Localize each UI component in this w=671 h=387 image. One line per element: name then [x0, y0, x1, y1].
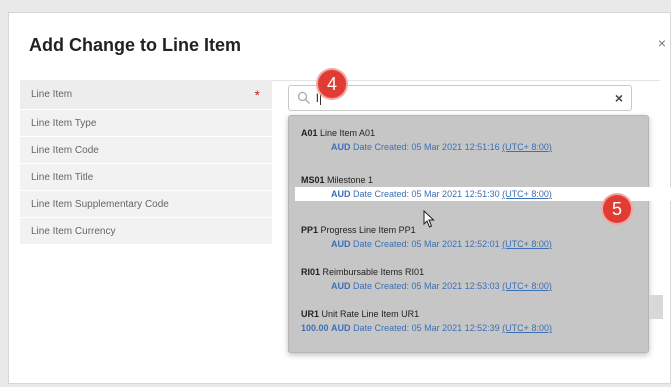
field-line-item: Line Item *: [20, 80, 272, 110]
clear-icon[interactable]: ×: [615, 90, 623, 106]
option-date: Date Created: 05 Mar 2021 12:52:39: [353, 323, 500, 333]
dropdown-option-a01[interactable]: A01 Line Item A01 AUD Date Created: 05 M…: [289, 126, 648, 154]
option-currency: AUD: [331, 189, 351, 199]
field-line-item-supplementary-code: Line Item Supplementary Code: [20, 191, 272, 218]
option-currency: AUD: [331, 239, 351, 249]
partial-button: [649, 295, 663, 319]
dropdown-option-ur1[interactable]: UR1 Unit Rate Line Item UR1 100.00 AUD D…: [289, 307, 648, 335]
search-icon: [297, 91, 310, 104]
step-callout-badge: 4: [318, 70, 346, 98]
option-timezone: (UTC+ 8:00): [502, 323, 552, 333]
form-labels: Line Item * Line Item Type Line Item Cod…: [20, 80, 272, 245]
option-code: PP1: [301, 225, 319, 235]
field-line-item-currency: Line Item Currency: [20, 218, 272, 245]
option-date: Date Created: 05 Mar 2021 12:53:03: [353, 281, 500, 291]
field-line-item-title: Line Item Title: [20, 164, 272, 191]
option-currency: AUD: [331, 281, 351, 291]
dropdown-option-ri01[interactable]: RI01 Reimbursable Items RI01 AUD Date Cr…: [289, 265, 648, 293]
mouse-pointer-icon: [423, 210, 435, 228]
step-callout-badge: 5: [603, 195, 631, 223]
modal-title: Add Change to Line Item: [29, 35, 242, 55]
option-date: Date Created: 05 Mar 2021 12:51:16: [353, 142, 500, 152]
option-code: MS01: [301, 175, 325, 185]
option-timezone: (UTC+ 8:00): [502, 239, 552, 249]
dropdown-option-pp1[interactable]: PP1 Progress Line Item PP1 AUD Date Crea…: [289, 223, 648, 251]
option-title: Unit Rate Line Item UR1: [321, 309, 420, 319]
line-item-dropdown: A01 Line Item A01 AUD Date Created: 05 M…: [288, 115, 671, 353]
required-marker: *: [254, 87, 260, 103]
field-label: Line Item Supplementary Code: [31, 199, 169, 210]
option-currency: AUD: [331, 323, 351, 333]
field-label: Line Item Currency: [31, 226, 116, 237]
field-label: Line Item Type: [31, 118, 97, 129]
close-icon[interactable]: ×: [658, 35, 666, 51]
field-label: Line Item Code: [31, 145, 99, 156]
option-timezone: (UTC+ 8:00): [502, 189, 552, 199]
field-label: Line Item: [31, 89, 73, 100]
search-value: l: [316, 91, 319, 105]
option-date: Date Created: 05 Mar 2021 12:52:01: [353, 239, 500, 249]
field-line-item-code: Line Item Code: [20, 137, 272, 164]
option-date: Date Created: 05 Mar 2021 12:51:30: [353, 189, 500, 199]
option-timezone: (UTC+ 8:00): [502, 142, 552, 152]
dropdown-option-ms01[interactable]: MS01 Milestone 1 AUD Date Created: 05 Ma…: [289, 175, 671, 201]
option-code: A01: [301, 128, 318, 138]
field-label: Line Item Title: [31, 172, 94, 183]
option-title: Line Item A01: [320, 128, 376, 138]
option-title: Milestone 1: [327, 175, 374, 185]
option-code: RI01: [301, 267, 321, 277]
option-timezone: (UTC+ 8:00): [502, 281, 552, 291]
option-amount: 100.00: [301, 323, 329, 333]
field-line-item-type: Line Item Type: [20, 110, 272, 137]
option-currency: AUD: [331, 142, 351, 152]
option-title: Reimbursable Items RI01: [322, 267, 425, 277]
option-code: UR1: [301, 309, 320, 319]
option-title: Progress Line Item PP1: [320, 225, 416, 235]
